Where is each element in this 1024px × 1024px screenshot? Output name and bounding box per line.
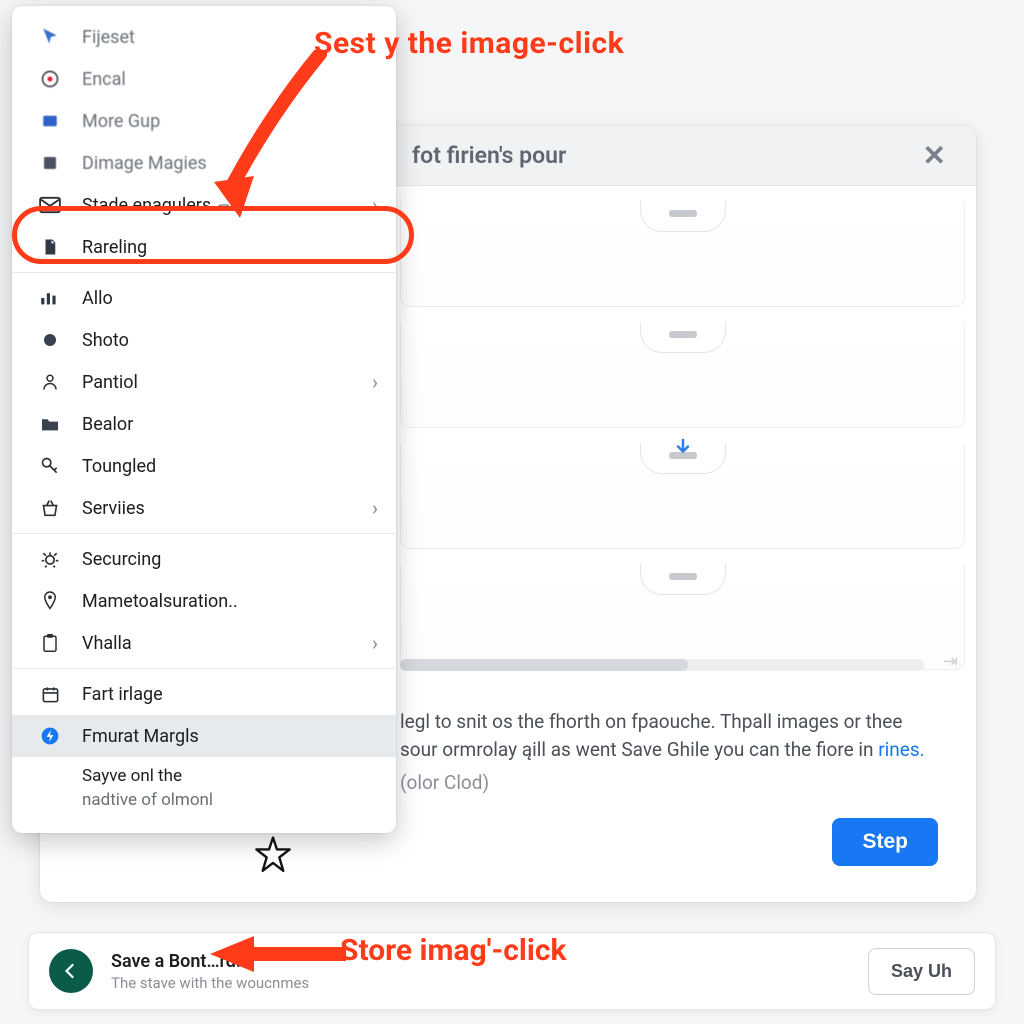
menu-dropdown: Fijeset Encal More Gup Dimage Magies — [12, 6, 396, 833]
annotation-bottom-label: Store imag'-click — [340, 933, 566, 968]
menu-item-allo[interactable]: Allo — [12, 277, 396, 319]
chevron-right-icon: › — [364, 370, 378, 394]
chevron-right-icon: › — [364, 496, 378, 520]
menu-item-label: Fmurat Margls — [82, 726, 378, 747]
menu-item-label: Securcing — [82, 549, 378, 570]
clipboard-icon — [38, 631, 62, 655]
menu-item-label: Fart irlage — [82, 684, 378, 705]
menu-item-encal[interactable]: Encal — [12, 58, 396, 100]
chevron-right-icon: › — [364, 631, 378, 655]
wifi-icon: ᯤ — [218, 200, 230, 215]
annotation-top-label: Sest y the image-click — [314, 26, 624, 61]
menu-item-subline: nadtive of olmonl — [82, 790, 213, 810]
menu-item-pantiol[interactable]: Pantiol › — [12, 361, 396, 403]
menu-item-label: Bealor — [82, 414, 378, 435]
drop-slot-download[interactable] — [400, 444, 965, 549]
menu-item-label: Dimage Magies — [82, 153, 378, 174]
folder-icon — [38, 412, 62, 436]
scroll-right-hint-icon: ⇥ — [943, 651, 958, 672]
dialog-title: fot firien's pour — [412, 142, 566, 169]
footer-back-button[interactable] — [49, 949, 93, 993]
menu-item-label: More Gup — [82, 111, 378, 132]
menu-item-label: Mametoalsuration.. — [82, 591, 378, 612]
download-arrow-icon — [673, 438, 693, 460]
menu-item-bealor[interactable]: Bealor — [12, 403, 396, 445]
menu-item-label: Encal — [82, 69, 378, 90]
square-icon — [38, 151, 62, 175]
dialog-description: legl to snit os the fhorth on fpaouche. … — [400, 708, 946, 797]
dialog-link[interactable]: rines. — [878, 738, 924, 761]
pin-icon — [38, 589, 62, 613]
menu-item-fart-irlage[interactable]: Fart irlage — [12, 673, 396, 715]
menu-item-label: Stade enagulers.ᯤ — [82, 195, 364, 216]
bug-icon — [38, 547, 62, 571]
menu-item-label: Toungled — [82, 456, 378, 477]
dot-icon — [38, 328, 62, 352]
menu-item-label: Shoto — [82, 330, 378, 351]
menu-item-serviies[interactable]: Serviies › — [12, 487, 396, 529]
menu-divider — [12, 272, 396, 273]
menu-item-label: Sayve onl the — [82, 766, 182, 786]
drop-slot[interactable] — [400, 565, 965, 670]
arrow-left-icon — [61, 962, 81, 980]
drop-slot[interactable] — [400, 202, 965, 307]
dialog-close-button[interactable]: ✕ — [915, 135, 954, 176]
step-button[interactable]: Step — [832, 818, 938, 866]
menu-item-mametoalsuration[interactable]: Mametoalsuration.. — [12, 580, 396, 622]
calendar-icon — [38, 682, 62, 706]
menu-item-shoto[interactable]: Shoto — [12, 319, 396, 361]
key-icon — [38, 454, 62, 478]
dialog-muted-note: (olor Clod) — [400, 769, 946, 797]
target-icon — [38, 67, 62, 91]
cursor-icon — [38, 25, 62, 49]
menu-item-label: Allo — [82, 288, 378, 309]
person-icon — [38, 370, 62, 394]
menu-item-label: Serviies — [82, 498, 364, 519]
menu-item-rareling[interactable]: Rareling — [12, 226, 396, 268]
footer-subline: The stave with the woucnmes — [111, 974, 868, 992]
menu-item-stade-enagulers[interactable]: Stade enagulers.ᯤ › — [12, 184, 396, 226]
card-icon — [38, 109, 62, 133]
menu-item-label: Vhalla — [82, 633, 364, 654]
menu-item-fmurat-margls[interactable]: Fmurat Margls — [12, 715, 396, 757]
bolt-icon — [38, 724, 62, 748]
menu-item-securcing[interactable]: Securcing — [12, 538, 396, 580]
footer-secondary-button[interactable]: Say Uh — [868, 948, 975, 995]
menu-item-label: Pantiol — [82, 372, 364, 393]
envelope-icon — [38, 193, 62, 217]
drop-slot[interactable] — [400, 323, 965, 428]
menu-divider — [12, 533, 396, 534]
chart-icon — [38, 286, 62, 310]
menu-divider — [12, 668, 396, 669]
basket-icon — [38, 496, 62, 520]
menu-item-sayve-description[interactable]: Sayve onl the nadtive of olmonl — [12, 757, 396, 819]
document-icon — [38, 235, 62, 259]
chevron-right-icon: › — [364, 193, 378, 217]
menu-item-dimage-magies[interactable]: Dimage Magies — [12, 142, 396, 184]
menu-item-more-gup[interactable]: More Gup — [12, 100, 396, 142]
menu-item-label: Rareling — [82, 237, 378, 258]
horizontal-scrollbar[interactable] — [400, 659, 924, 671]
menu-item-vhalla[interactable]: Vhalla › — [12, 622, 396, 664]
menu-item-toungled[interactable]: Toungled — [12, 445, 396, 487]
